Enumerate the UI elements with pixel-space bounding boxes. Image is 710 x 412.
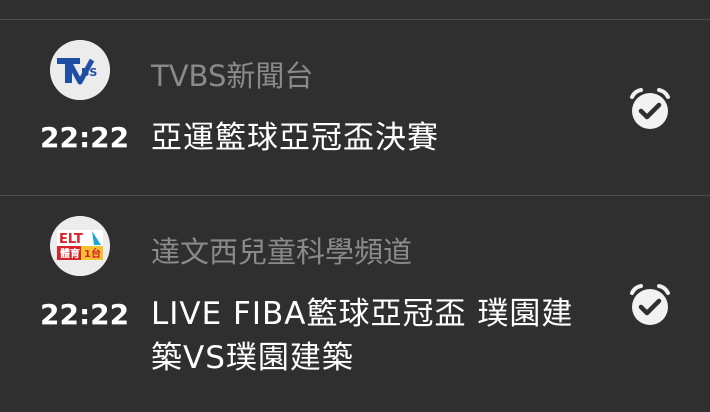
program-list-screen: BS TVBS新聞台 22:22 亞運籃球亞冠盃決賽 ELT 體育 1台 達文西… <box>0 0 710 412</box>
program-title: LIVE FIBA籃球亞冠盃 璞園建築VS璞園建築 <box>151 296 574 376</box>
svg-text:ELT: ELT <box>59 232 83 247</box>
svg-text:體育: 體育 <box>60 247 80 260</box>
svg-text:1台: 1台 <box>84 247 101 260</box>
tvbs-channel-logo: BS <box>50 40 110 100</box>
program-row-elta[interactable]: ELT 體育 1台 達文西兒童科學頻道 22:22 LIVE FIBA籃球亞冠盃… <box>0 196 710 412</box>
channel-name: TVBS新聞台 <box>151 59 314 93</box>
channel-name: 達文西兒童科學頻道 <box>151 235 413 269</box>
alarm-check-icon[interactable] <box>624 82 676 134</box>
program-time: 22:22 <box>40 121 130 154</box>
alarm-check-icon[interactable] <box>624 278 676 330</box>
program-title: 亞運籃球亞冠盃決賽 <box>151 120 439 156</box>
program-time: 22:22 <box>40 298 130 331</box>
svg-text:BS: BS <box>81 66 97 79</box>
program-row-tvbs[interactable]: BS TVBS新聞台 22:22 亞運籃球亞冠盃決賽 <box>0 20 710 195</box>
elta-channel-logo: ELT 體育 1台 <box>50 216 110 276</box>
